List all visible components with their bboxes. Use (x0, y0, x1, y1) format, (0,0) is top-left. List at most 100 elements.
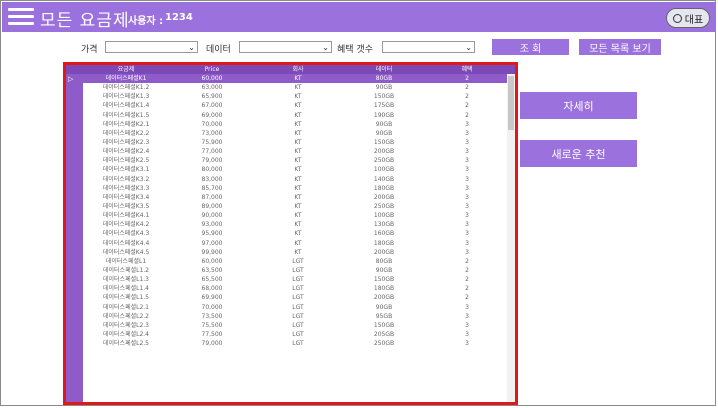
table-row[interactable]: 데이터스페셜L2.4 77,500 LGT 205GB 3 (83, 330, 507, 339)
column-header-price[interactable]: Price (169, 65, 255, 74)
cell-carrier: KT (294, 84, 302, 92)
cell-data: 200GB (373, 148, 395, 156)
detail-button[interactable]: 자세히 (520, 92, 637, 119)
cell-data: 150GB (373, 138, 395, 146)
cell-benefit: 3 (465, 248, 469, 256)
column-header-data[interactable]: 데이터 (341, 65, 427, 74)
table-row[interactable]: 데이터스페셜K4.4 97,000 KT 180GB 3 (83, 239, 507, 248)
cell-plan: 데이터스페셜L2.3 (102, 321, 149, 329)
table-row[interactable]: 데이터스페셜K4.1 90,000 KT 100GB 3 (83, 211, 507, 220)
table-row[interactable]: 데이터스페셜K1 60,000 KT 80GB 2 (83, 74, 507, 84)
benefit-filter-select[interactable]: ⌄ (382, 41, 475, 53)
table-row[interactable]: 데이터스페셜K3.2 83,000 KT 140GB 3 (83, 175, 507, 184)
table-row[interactable]: 데이터스페셜L1.5 69,900 LGT 200GB 2 (83, 293, 507, 302)
cell-carrier: KT (294, 202, 302, 210)
column-header-plan[interactable]: 요금제 (83, 65, 169, 74)
table-row[interactable]: 데이터스페셜L1.3 65,500 LGT 150GB 2 (83, 275, 507, 284)
cell-price: 70,000 (201, 303, 223, 311)
recommend-button[interactable]: 새로운 추천 (520, 140, 637, 167)
cell-plan: 데이터스페셜L2.5 (102, 340, 149, 348)
cell-price: 80,000 (201, 166, 223, 174)
table-row[interactable]: 데이터스페셜L2.1 70,000 LGT 90GB 3 (83, 303, 507, 312)
data-filter-select[interactable]: ⌄ (239, 41, 332, 53)
table-row[interactable]: 데이터스페셜K2.4 77,000 KT 200GB 3 (83, 147, 507, 156)
table-row[interactable]: 데이터스페셜K2.3 75,900 KT 150GB 3 (83, 138, 507, 147)
table-row[interactable]: 데이터스페셜L1.2 63,500 LGT 90GB 2 (83, 266, 507, 275)
cell-plan: 데이터스페셜K4.5 (102, 248, 150, 256)
cell-data: 200GB (373, 248, 395, 256)
table-row[interactable]: 데이터스페셜K1.2 63,000 KT 90GB 2 (83, 83, 507, 92)
cell-carrier: LGT (292, 276, 304, 284)
table-row[interactable]: 데이터스페셜K4.2 93,000 KT 130GB 3 (83, 220, 507, 229)
cell-price: 73,500 (201, 312, 223, 320)
table-row[interactable]: 데이터스페셜K3.3 85,700 KT 180GB 3 (83, 184, 507, 193)
cell-price: 87,000 (201, 193, 223, 201)
table-row[interactable]: 데이터스페셜K3.5 89,000 KT 250GB 3 (83, 202, 507, 211)
cell-price: 60,000 (201, 75, 223, 82)
chevron-down-icon: ⌄ (188, 43, 195, 52)
cell-price: 65,500 (201, 276, 223, 284)
price-filter-select[interactable]: ⌄ (105, 41, 198, 53)
cell-price: 69,900 (201, 294, 223, 302)
cell-benefit: 3 (465, 221, 469, 229)
table-row[interactable]: 데이터스페셜K1.5 69,000 KT 190GB 2 (83, 111, 507, 120)
cell-price: 65,900 (201, 93, 223, 101)
table-row[interactable]: 데이터스페셜K2.2 73,000 KT 90GB 3 (83, 129, 507, 138)
cell-data: 175GB (373, 102, 395, 110)
table-row[interactable]: 데이터스페셜K1.3 65,900 KT 150GB 2 (83, 92, 507, 101)
cell-plan: 데이터스페셜K1.3 (102, 93, 150, 101)
cell-benefit: 3 (465, 157, 469, 165)
table-row[interactable]: 데이터스페셜L2.5 79,000 LGT 250GB 3 (83, 339, 507, 348)
table-row[interactable]: 데이터스페셜L1 60,000 LGT 80GB 2 (83, 257, 507, 266)
cell-carrier: KT (294, 129, 302, 137)
cell-plan: 데이터스페셜K2.3 (102, 138, 150, 146)
cell-data: 200GB (373, 193, 395, 201)
cell-plan: 데이터스페셜L1.2 (102, 266, 149, 274)
cell-plan: 데이터스페셜K4.4 (102, 239, 150, 247)
cell-price: 69,000 (201, 111, 223, 119)
cell-benefit: 2 (465, 93, 469, 101)
cell-benefit: 2 (465, 276, 469, 284)
price-filter-label: 가격 (81, 45, 98, 55)
cell-data: 160GB (373, 230, 395, 238)
cell-price: 77,500 (201, 330, 223, 338)
cell-benefit: 3 (465, 166, 469, 174)
table-row[interactable]: 데이터스페셜K2.1 70,000 KT 90GB 3 (83, 120, 507, 129)
cell-data: 90GB (375, 84, 393, 92)
table-row[interactable]: 데이터스페셜L2.2 73,500 LGT 95GB 3 (83, 312, 507, 321)
table-row[interactable]: 데이터스페셜K3.4 87,000 KT 200GB 3 (83, 193, 507, 202)
search-button[interactable]: 조 회 (492, 39, 569, 55)
cell-data: 180GB (373, 184, 395, 192)
cell-price: 77,000 (201, 148, 223, 156)
cell-benefit: 3 (465, 129, 469, 137)
cell-carrier: KT (294, 120, 302, 128)
table-row[interactable]: 데이터스페셜K3.1 80,000 KT 100GB 3 (83, 165, 507, 174)
cell-plan: 데이터스페셜K2.2 (102, 129, 150, 137)
cell-plan: 데이터스페셜L2.1 (102, 303, 149, 311)
cell-plan: 데이터스페셜L2.2 (102, 312, 149, 320)
table-row[interactable]: 데이터스페셜K1.4 67,000 KT 175GB 2 (83, 101, 507, 110)
cell-data: 100GB (373, 166, 395, 174)
cell-data: 90GB (375, 303, 393, 311)
hamburger-menu-icon[interactable] (8, 8, 34, 28)
column-header-benefit[interactable]: 혜택 (427, 65, 507, 74)
view-all-button[interactable]: 모든 목록 보기 (579, 39, 661, 55)
grid-rows: 데이터스페셜K1 60,000 KT 80GB 2 데이터스페셜K1.2 63,000 KT 9… (83, 74, 507, 348)
cell-plan: 데이터스페셜L1.4 (102, 285, 149, 293)
cell-data: 180GB (373, 285, 395, 293)
column-header-carrier[interactable]: 회사 (255, 65, 341, 74)
cell-carrier: KT (294, 148, 302, 156)
scrollbar-thumb[interactable] (508, 76, 514, 130)
cell-benefit: 2 (465, 111, 469, 119)
cell-benefit: 3 (465, 184, 469, 192)
cell-data: 90GB (375, 120, 393, 128)
vertical-scrollbar[interactable] (507, 74, 515, 402)
table-row[interactable]: 데이터스페셜K2.5 79,000 KT 250GB 3 (83, 156, 507, 165)
cell-data: 250GB (373, 157, 395, 165)
table-row[interactable]: 데이터스페셜L1.4 68,000 LGT 180GB 2 (83, 284, 507, 293)
representative-button[interactable]: 대표 (666, 8, 710, 28)
table-row[interactable]: 데이터스페셜L2.3 75,500 LGT 150GB 3 (83, 321, 507, 330)
table-row[interactable]: 데이터스페셜K4.5 99,900 KT 200GB 3 (83, 248, 507, 257)
table-row[interactable]: 데이터스페셜K4.3 95,900 KT 160GB 3 (83, 229, 507, 238)
cell-benefit: 3 (465, 330, 469, 338)
